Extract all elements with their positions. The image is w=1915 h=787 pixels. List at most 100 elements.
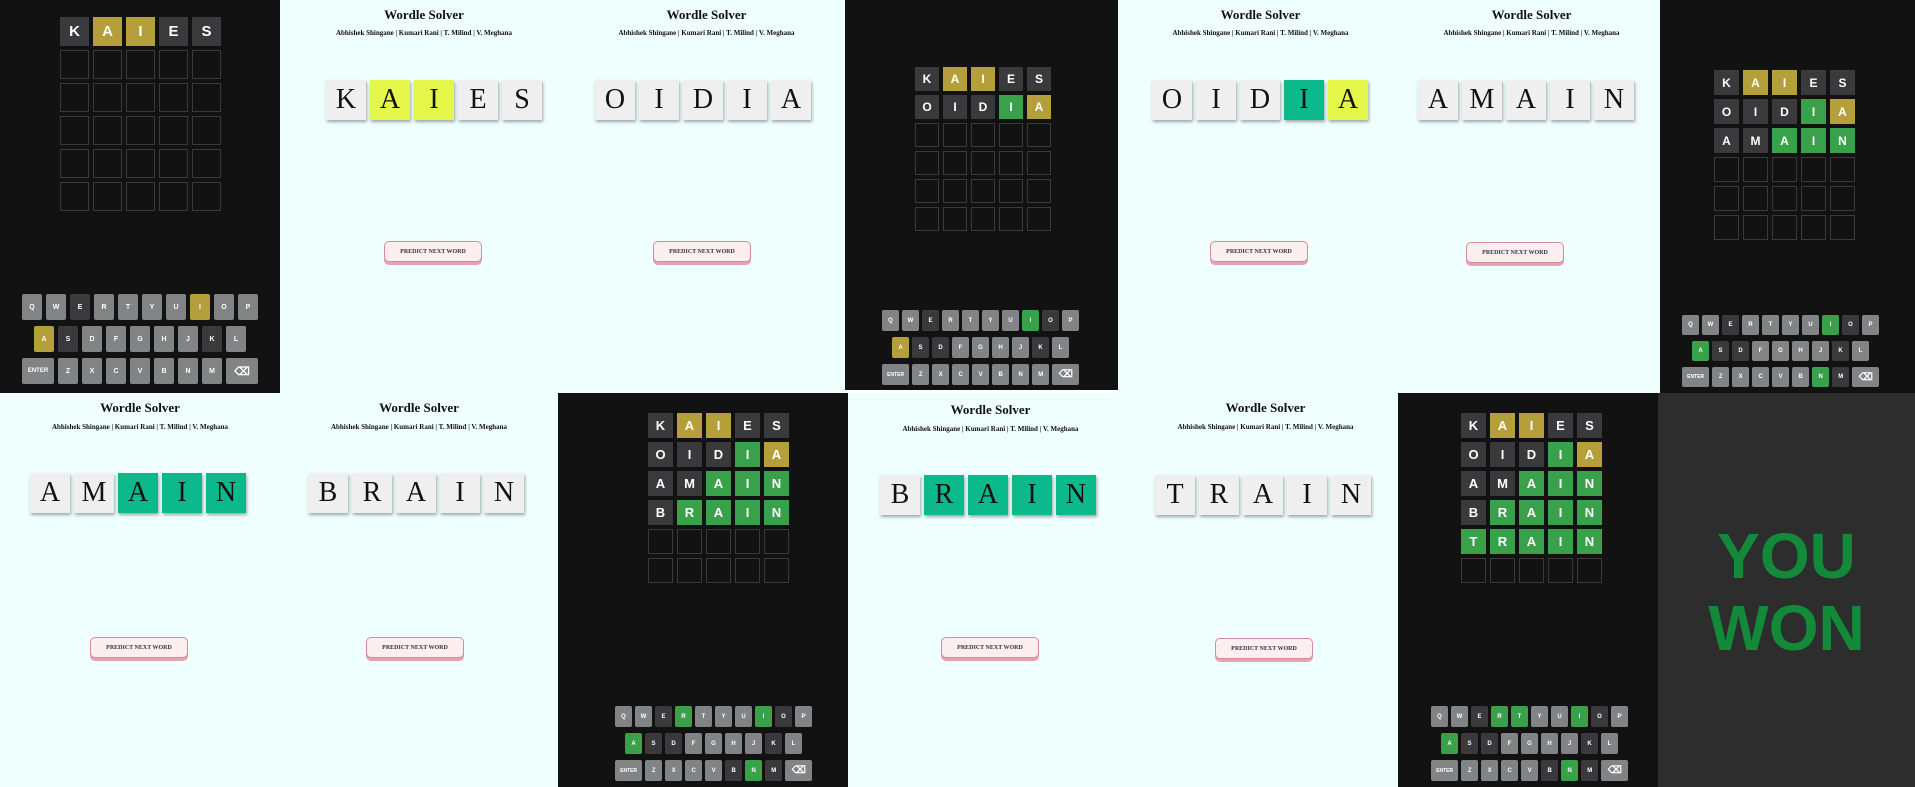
word-letter-tile[interactable]: I bbox=[1196, 80, 1236, 120]
key-e[interactable]: E bbox=[70, 294, 90, 320]
key-l[interactable]: L bbox=[1601, 733, 1618, 754]
key-a[interactable]: A bbox=[625, 733, 642, 754]
key-q[interactable]: Q bbox=[1431, 706, 1448, 727]
backspace-icon[interactable]: ⌫ bbox=[785, 760, 813, 781]
word-letter-tile[interactable]: D bbox=[683, 80, 723, 120]
key-s[interactable]: S bbox=[645, 733, 662, 754]
key-f[interactable]: F bbox=[106, 326, 126, 352]
word-letter-tile[interactable]: A bbox=[1506, 80, 1546, 120]
key-l[interactable]: L bbox=[226, 326, 246, 352]
key-u[interactable]: U bbox=[1002, 310, 1019, 331]
key-q[interactable]: Q bbox=[22, 294, 42, 320]
key-d[interactable]: D bbox=[1481, 733, 1498, 754]
key-l[interactable]: L bbox=[785, 733, 802, 754]
key-e[interactable]: E bbox=[1471, 706, 1488, 727]
predict-next-word-button[interactable]: PREDICT NEXT WORD bbox=[366, 637, 464, 658]
key-q[interactable]: Q bbox=[882, 310, 899, 331]
key-g[interactable]: G bbox=[130, 326, 150, 352]
key-o[interactable]: O bbox=[214, 294, 234, 320]
key-n[interactable]: N bbox=[745, 760, 763, 781]
key-k[interactable]: K bbox=[1032, 337, 1049, 358]
word-letter-tile[interactable]: I bbox=[162, 473, 202, 513]
word-letter-tile[interactable]: N bbox=[1331, 475, 1371, 515]
word-letter-tile[interactable]: O bbox=[595, 80, 635, 120]
predict-next-word-button[interactable]: PREDICT NEXT WORD bbox=[941, 637, 1039, 658]
key-c[interactable]: C bbox=[1752, 367, 1770, 387]
backspace-icon[interactable]: ⌫ bbox=[226, 358, 258, 384]
key-f[interactable]: F bbox=[685, 733, 702, 754]
key-c[interactable]: C bbox=[685, 760, 703, 781]
key-z[interactable]: Z bbox=[58, 358, 78, 384]
key-r[interactable]: R bbox=[675, 706, 692, 727]
word-letter-tile[interactable]: I bbox=[1012, 475, 1052, 515]
key-i[interactable]: I bbox=[755, 706, 772, 727]
key-h[interactable]: H bbox=[725, 733, 742, 754]
key-h[interactable]: H bbox=[1541, 733, 1558, 754]
enter-key[interactable]: ENTER bbox=[615, 760, 643, 781]
word-letter-tile[interactable]: R bbox=[1199, 475, 1239, 515]
key-a[interactable]: A bbox=[892, 337, 909, 358]
key-v[interactable]: V bbox=[972, 364, 990, 385]
key-z[interactable]: Z bbox=[1461, 760, 1479, 781]
key-i[interactable]: I bbox=[1571, 706, 1588, 727]
key-m[interactable]: M bbox=[1581, 760, 1599, 781]
key-d[interactable]: D bbox=[665, 733, 682, 754]
word-letter-tile[interactable]: T bbox=[1155, 475, 1195, 515]
word-letter-tile[interactable]: A bbox=[396, 473, 436, 513]
word-letter-tile[interactable]: N bbox=[206, 473, 246, 513]
key-j[interactable]: J bbox=[1812, 341, 1829, 361]
key-n[interactable]: N bbox=[1012, 364, 1030, 385]
key-o[interactable]: O bbox=[1042, 310, 1059, 331]
key-i[interactable]: I bbox=[190, 294, 210, 320]
word-letter-tile[interactable]: N bbox=[1056, 475, 1096, 515]
word-letter-tile[interactable]: R bbox=[924, 475, 964, 515]
key-x[interactable]: X bbox=[82, 358, 102, 384]
key-b[interactable]: B bbox=[725, 760, 743, 781]
key-n[interactable]: N bbox=[1812, 367, 1830, 387]
key-m[interactable]: M bbox=[1832, 367, 1850, 387]
key-u[interactable]: U bbox=[735, 706, 752, 727]
key-p[interactable]: P bbox=[1062, 310, 1079, 331]
key-t[interactable]: T bbox=[1762, 315, 1779, 335]
key-r[interactable]: R bbox=[94, 294, 114, 320]
word-letter-tile[interactable]: O bbox=[1152, 80, 1192, 120]
key-s[interactable]: S bbox=[912, 337, 929, 358]
predict-next-word-button[interactable]: PREDICT NEXT WORD bbox=[90, 637, 188, 658]
key-s[interactable]: S bbox=[58, 326, 78, 352]
key-x[interactable]: X bbox=[1732, 367, 1750, 387]
key-w[interactable]: W bbox=[1451, 706, 1468, 727]
word-letter-tile[interactable]: A bbox=[968, 475, 1008, 515]
word-letter-tile[interactable]: B bbox=[308, 473, 348, 513]
key-a[interactable]: A bbox=[1692, 341, 1709, 361]
key-v[interactable]: V bbox=[705, 760, 723, 781]
key-b[interactable]: B bbox=[1541, 760, 1559, 781]
key-w[interactable]: W bbox=[46, 294, 66, 320]
word-letter-tile[interactable]: I bbox=[440, 473, 480, 513]
enter-key[interactable]: ENTER bbox=[882, 364, 910, 385]
key-k[interactable]: K bbox=[202, 326, 222, 352]
enter-key[interactable]: ENTER bbox=[1682, 367, 1710, 387]
key-c[interactable]: C bbox=[106, 358, 126, 384]
key-m[interactable]: M bbox=[1032, 364, 1050, 385]
key-w[interactable]: W bbox=[635, 706, 652, 727]
word-letter-tile[interactable]: S bbox=[502, 80, 542, 120]
word-letter-tile[interactable]: N bbox=[484, 473, 524, 513]
word-letter-tile[interactable]: E bbox=[458, 80, 498, 120]
word-letter-tile[interactable]: A bbox=[30, 473, 70, 513]
key-d[interactable]: D bbox=[82, 326, 102, 352]
key-n[interactable]: N bbox=[178, 358, 198, 384]
key-i[interactable]: I bbox=[1022, 310, 1039, 331]
backspace-icon[interactable]: ⌫ bbox=[1601, 760, 1629, 781]
key-s[interactable]: S bbox=[1461, 733, 1478, 754]
key-d[interactable]: D bbox=[932, 337, 949, 358]
word-letter-tile[interactable]: A bbox=[118, 473, 158, 513]
predict-next-word-button[interactable]: PREDICT NEXT WORD bbox=[1215, 638, 1313, 659]
key-b[interactable]: B bbox=[1792, 367, 1810, 387]
word-letter-tile[interactable]: I bbox=[639, 80, 679, 120]
word-letter-tile[interactable]: D bbox=[1240, 80, 1280, 120]
key-v[interactable]: V bbox=[1772, 367, 1790, 387]
key-a[interactable]: A bbox=[1441, 733, 1458, 754]
key-y[interactable]: Y bbox=[1782, 315, 1799, 335]
key-x[interactable]: X bbox=[665, 760, 683, 781]
key-l[interactable]: L bbox=[1052, 337, 1069, 358]
